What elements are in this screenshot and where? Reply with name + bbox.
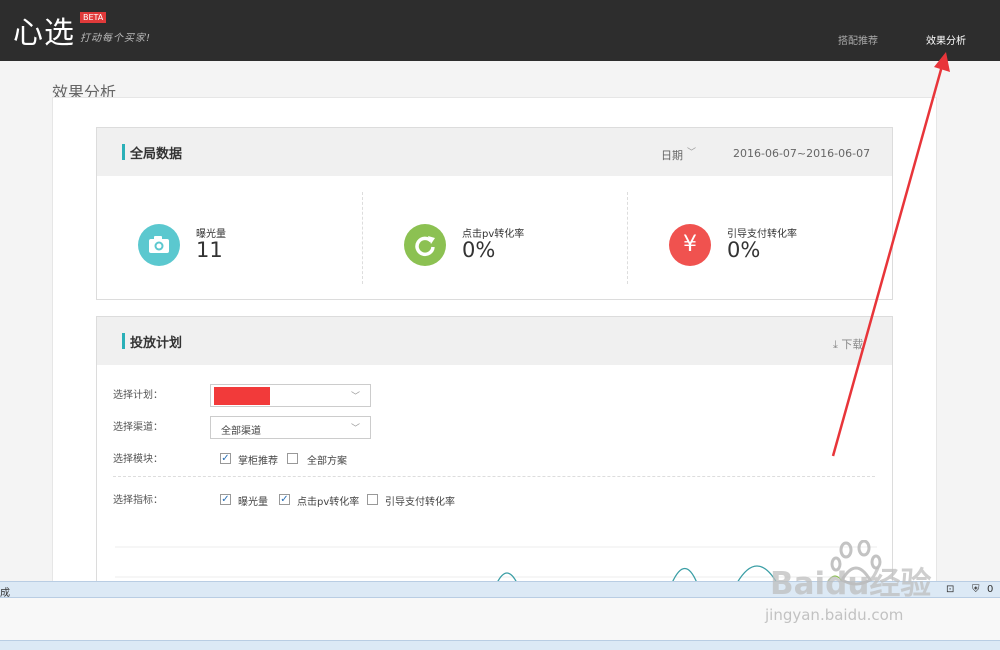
metric-checkbox-click-pv[interactable]: ✓ xyxy=(279,494,290,505)
module-checkbox-all[interactable] xyxy=(287,453,298,464)
download-label: 下载 xyxy=(841,338,864,351)
divider xyxy=(627,192,628,284)
select-metric-label: 选择指标： xyxy=(113,495,163,506)
status-text: 成 xyxy=(0,588,10,599)
card-header: 全局数据 日期 ﹀ 2016-06-07~2016-06-07 xyxy=(97,128,892,176)
watermark-url: jingyan.baidu.com xyxy=(765,606,904,624)
module-label: 掌柜推荐 xyxy=(238,456,278,467)
top-navbar: 心选 BETA 打动每个买家! 搭配推荐 效果分析 xyxy=(0,0,1000,61)
shield-icon[interactable]: ⛨ xyxy=(972,584,980,595)
app-logo[interactable]: 心选 xyxy=(13,8,75,52)
module-label: 全部方案 xyxy=(307,456,347,467)
section-title: 投放计划 xyxy=(130,336,183,351)
section-accent-bar xyxy=(122,333,125,349)
divider xyxy=(113,476,875,477)
chevron-down-icon: ﹀ xyxy=(350,424,360,434)
nav-match-recommend[interactable]: 搭配推荐 xyxy=(838,32,878,47)
divider xyxy=(362,192,363,284)
lock-icon: ⊡ xyxy=(946,584,955,595)
refresh-icon xyxy=(404,224,446,266)
metric-checkbox-pay[interactable] xyxy=(367,494,378,505)
select-module-label: 选择模块： xyxy=(113,454,163,465)
nav-effect-analysis[interactable]: 效果分析 xyxy=(926,32,966,47)
camera-icon xyxy=(138,224,180,266)
metric-checkbox-exposure[interactable]: ✓ xyxy=(220,494,231,505)
channel-value: 全部渠道 xyxy=(221,426,261,437)
section-accent-bar xyxy=(122,144,125,160)
metric-value: 0% xyxy=(462,238,496,262)
bottom-strip xyxy=(0,640,1000,650)
beta-badge: BETA xyxy=(80,12,107,23)
chevron-down-icon: ﹀ xyxy=(350,392,360,402)
status-counter: 0 xyxy=(987,584,994,595)
global-data-card: 全局数据 日期 ﹀ 2016-06-07~2016-06-07 曝光量 11 点… xyxy=(96,127,893,300)
plan-select[interactable]: ﹀ xyxy=(210,384,371,407)
app-slogan: 打动每个买家! xyxy=(80,33,152,44)
metric-option-label: 点击pv转化率 xyxy=(297,497,360,508)
watermark-text: Baidu经验 xyxy=(770,566,932,602)
chevron-down-icon[interactable]: ﹀ xyxy=(687,145,696,158)
download-icon: ⤓ xyxy=(833,338,838,351)
metric-option-label: 引导支付转化率 xyxy=(385,497,455,508)
date-filter[interactable]: 日期 xyxy=(661,147,683,163)
plan-card: 投放计划 ⤓ 下载 选择计划： ﹀ 选择渠道： 全部渠道 ﹀ 选择模块： ✓ 掌… xyxy=(96,316,893,596)
module-checkbox-shopkeeper[interactable]: ✓ xyxy=(220,453,231,464)
metric-option-label: 曝光量 xyxy=(238,497,268,508)
redacted-block xyxy=(214,387,270,405)
select-channel-label: 选择渠道： xyxy=(113,422,163,433)
download-button[interactable]: ⤓ 下载 xyxy=(833,336,863,352)
channel-select[interactable]: 全部渠道 ﹀ xyxy=(210,416,371,439)
metric-value: 0% xyxy=(727,238,761,262)
card-header: 投放计划 ⤓ 下载 xyxy=(97,317,892,365)
section-title: 全局数据 xyxy=(130,147,183,162)
date-range: 2016-06-07~2016-06-07 xyxy=(733,147,871,160)
yen-icon: ¥ xyxy=(669,224,711,266)
metric-value: 11 xyxy=(196,238,223,262)
select-plan-label: 选择计划： xyxy=(113,390,163,401)
